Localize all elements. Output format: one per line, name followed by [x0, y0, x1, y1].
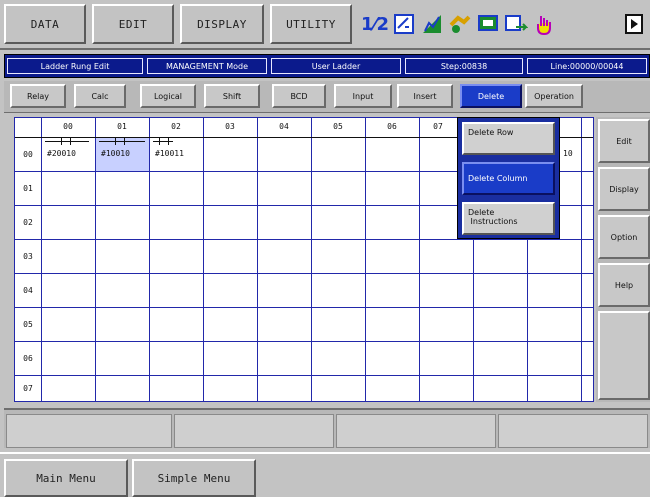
row-header: 03 [23, 251, 33, 261]
row-header: 07 [23, 383, 33, 393]
relay-button[interactable]: Relay [10, 84, 66, 108]
instruction-toolbar: Relay Calc Logical Shift BCD Input Inser… [4, 81, 650, 113]
grid-line [15, 307, 593, 308]
delete-column-item[interactable]: Delete Column [462, 162, 555, 195]
chart-icon[interactable] [420, 10, 444, 38]
grid-line [95, 118, 96, 401]
display-side-button[interactable]: Display [598, 167, 650, 211]
menu-edit-button[interactable]: EDIT [92, 4, 174, 44]
menu-data-button[interactable]: DATA [4, 4, 86, 44]
line-counter: Line:00000/00044 [527, 58, 647, 74]
logical-button[interactable]: Logical [140, 84, 196, 108]
hand-icon[interactable] [532, 10, 556, 38]
operation-button[interactable]: Operation [525, 84, 583, 108]
calc-button[interactable]: Calc [74, 84, 126, 108]
column-header: 04 [279, 121, 289, 131]
contact-symbol [159, 137, 169, 145]
column-header: 05 [333, 121, 343, 131]
edit-side-button[interactable]: Edit [598, 119, 650, 163]
delete-instructions-item[interactable]: Delete Instructions [462, 202, 555, 235]
transfer-icon[interactable] [504, 10, 528, 38]
grid-line [15, 375, 593, 376]
column-header: 00 [63, 121, 73, 131]
grid-line [311, 118, 312, 401]
main-menu-button[interactable]: Main Menu [4, 459, 128, 497]
job-number-icon[interactable]: 1⁄2 [360, 10, 390, 38]
bottom-menu-bar: Main Menu Simple Menu [0, 452, 650, 497]
grid-line [419, 118, 420, 401]
step-counter: Step:00838 [405, 58, 523, 74]
input-field-2[interactable] [174, 414, 334, 448]
row-header: 00 [23, 149, 33, 159]
row-header: 02 [23, 217, 33, 227]
right-function-panel: Edit Display Option Help [596, 117, 650, 402]
bcd-button[interactable]: BCD [272, 84, 326, 108]
menu-utility-button[interactable]: UTILITY [270, 4, 352, 44]
input-button[interactable]: Input [334, 84, 392, 108]
shift-button[interactable]: Shift [204, 84, 260, 108]
cell-address[interactable]: 10 [563, 149, 573, 158]
column-header: 06 [387, 121, 397, 131]
screen-icon[interactable] [476, 10, 500, 38]
column-header: 07 [433, 121, 443, 131]
cell-address[interactable]: #10011 [155, 149, 184, 158]
contact-symbol [61, 137, 71, 145]
column-header: 02 [171, 121, 181, 131]
input-field-4[interactable] [498, 414, 648, 448]
grid-line [581, 118, 582, 401]
option-side-button[interactable]: Option [598, 215, 650, 259]
menu-display-button[interactable]: DISPLAY [180, 4, 264, 44]
delete-button[interactable]: Delete [460, 84, 522, 108]
help-side-button[interactable]: Help [598, 263, 650, 307]
row-header: 05 [23, 319, 33, 329]
grid-line [15, 273, 593, 274]
contact-symbol [115, 137, 125, 145]
column-header: 03 [225, 121, 235, 131]
grid-line [365, 118, 366, 401]
mode-label: Ladder Rung Edit [7, 58, 143, 74]
empty-side-button[interactable] [598, 311, 650, 400]
grid-line [41, 118, 42, 401]
input-field-1[interactable] [6, 414, 172, 448]
row-header: 06 [23, 353, 33, 363]
grid-line [257, 118, 258, 401]
insert-button[interactable]: Insert [397, 84, 453, 108]
security-mode: MANAGEMENT Mode [147, 58, 267, 74]
ladder-type: User Ladder [271, 58, 401, 74]
row-header: 01 [23, 183, 33, 193]
grid-line [149, 118, 150, 401]
input-field-3[interactable] [336, 414, 496, 448]
status-bar: Ladder Rung Edit MANAGEMENT Mode User La… [4, 54, 650, 78]
play-icon[interactable] [622, 10, 646, 38]
top-menu-bar: DATA EDIT DISPLAY UTILITY 1⁄2 [0, 0, 650, 50]
delete-row-item[interactable]: Delete Row [462, 122, 555, 155]
column-header: 01 [117, 121, 127, 131]
cell-address[interactable]: #10010 [101, 149, 130, 158]
grid-line [15, 341, 593, 342]
simple-menu-button[interactable]: Simple Menu [132, 459, 256, 497]
grid-line [203, 118, 204, 401]
robot-icon[interactable] [448, 10, 472, 38]
cell-address[interactable]: #20010 [47, 149, 76, 158]
input-line-area [4, 408, 650, 448]
edit-doc-icon[interactable] [392, 10, 416, 38]
delete-dropdown-menu: Delete Row Delete Column Delete Instruct… [457, 117, 560, 239]
row-header: 04 [23, 285, 33, 295]
grid-line [15, 239, 593, 240]
